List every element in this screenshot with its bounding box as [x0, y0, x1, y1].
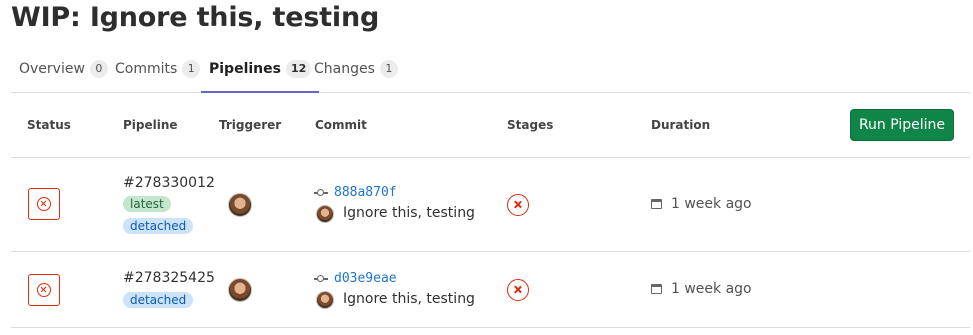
commit-icon — [314, 274, 328, 284]
stage-failed-icon[interactable] — [507, 194, 529, 216]
stage-failed-icon[interactable] — [507, 279, 529, 301]
commit-icon — [314, 188, 328, 198]
tab-commits-count: 1 — [182, 60, 201, 78]
tab-commits[interactable]: Commits 1 — [107, 46, 208, 92]
detached-badge: detached — [123, 218, 194, 234]
pipeline-id-link[interactable]: #278325425 — [123, 270, 215, 286]
latest-badge: latest — [123, 196, 171, 212]
commit-title-link[interactable]: Ignore this, testing — [343, 291, 475, 307]
tab-pipelines-label: Pipelines — [209, 61, 281, 77]
header-status: Status — [27, 118, 71, 132]
tab-changes-count: 1 — [379, 60, 398, 78]
table-row: #278325425 detached d03e9eae Ignore this… — [11, 252, 970, 328]
header-stages: Stages — [507, 118, 554, 132]
finished-time: 1 week ago — [671, 281, 752, 297]
tab-commits-label: Commits — [115, 61, 178, 77]
failed-circle-icon — [37, 197, 51, 211]
table-row: #278330012 latest detached 888a870f Igno… — [11, 158, 970, 252]
commit-author-avatar[interactable] — [316, 291, 334, 309]
calendar-icon — [651, 199, 662, 209]
header-commit: Commit — [315, 118, 367, 132]
tab-overview[interactable]: Overview 0 — [11, 46, 116, 92]
header-duration: Duration — [651, 118, 711, 132]
failed-circle-icon — [37, 283, 51, 297]
commit-sha-link[interactable]: d03e9eae — [334, 271, 397, 286]
run-pipeline-button[interactable]: Run Pipeline — [850, 109, 954, 141]
detached-badge: detached — [123, 292, 194, 308]
finished-time: 1 week ago — [671, 196, 752, 212]
commit-title-link[interactable]: Ignore this, testing — [343, 205, 475, 221]
pipeline-id-link[interactable]: #278330012 — [123, 175, 215, 191]
tab-changes-label: Changes — [314, 61, 375, 77]
commit-sha-link[interactable]: 888a870f — [334, 185, 397, 200]
triggerer-avatar[interactable] — [228, 278, 252, 302]
page-title: WIP: Ignore this, testing — [11, 2, 380, 33]
header-triggerer: Triggerer — [219, 118, 282, 132]
commit-author-avatar[interactable] — [316, 205, 334, 223]
tab-changes[interactable]: Changes 1 — [306, 46, 406, 92]
pipelines-table-header: Status Pipeline Triggerer Commit Stages … — [11, 93, 970, 158]
status-failed-icon[interactable] — [28, 274, 60, 306]
tab-pipelines[interactable]: Pipelines 12 — [201, 46, 320, 93]
tab-overview-label: Overview — [19, 61, 85, 77]
header-pipeline: Pipeline — [123, 118, 178, 132]
status-failed-icon[interactable] — [28, 188, 60, 220]
tab-overview-count: 0 — [89, 60, 108, 78]
calendar-icon — [651, 284, 662, 294]
merge-request-tabs: Overview 0 Commits 1 Pipelines 12 Change… — [11, 46, 970, 93]
triggerer-avatar[interactable] — [228, 193, 252, 217]
